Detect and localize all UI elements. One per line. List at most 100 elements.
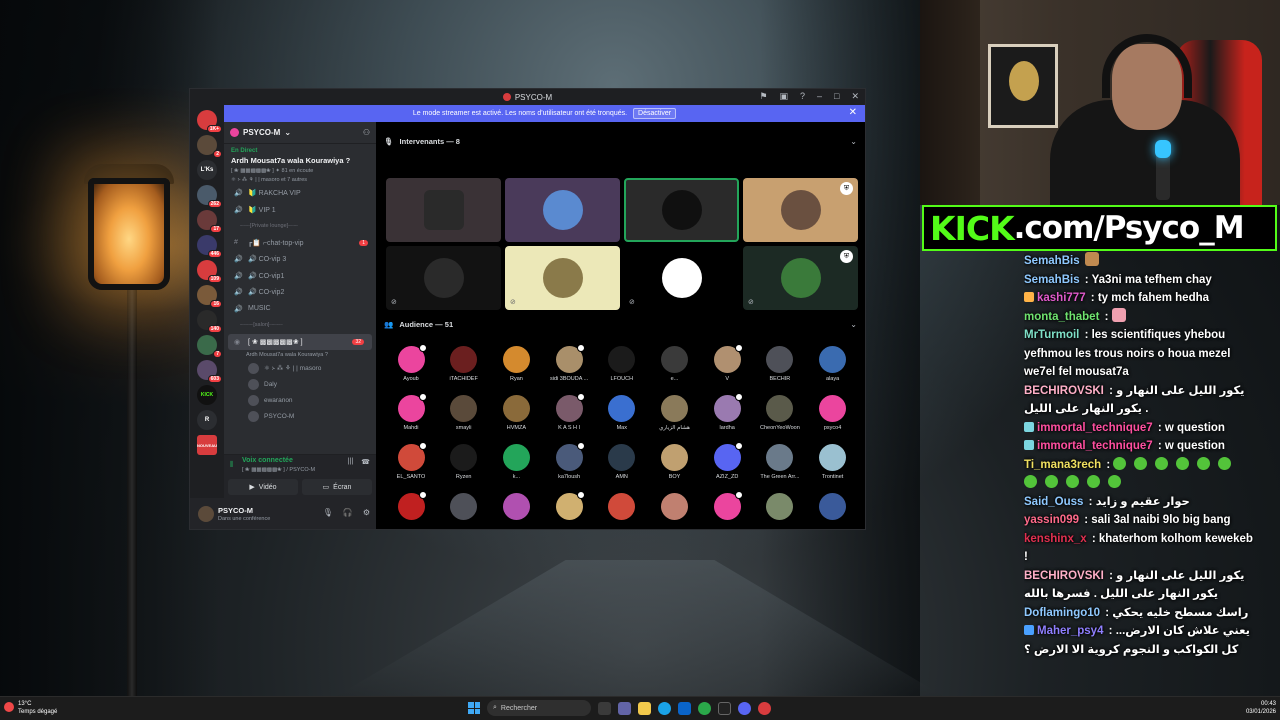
server-icon[interactable]: R: [197, 410, 217, 430]
audience-member[interactable]: alaya: [808, 346, 858, 382]
audience-member[interactable]: LFOUCH: [597, 346, 647, 382]
server-icon[interactable]: L'Ks: [197, 160, 217, 180]
file-explorer-icon[interactable]: [638, 701, 651, 715]
windows-start-icon[interactable]: [468, 702, 480, 714]
audience-member[interactable]: [650, 493, 700, 523]
audience-member[interactable]: AZIZ_ZD: [702, 442, 752, 480]
microphone-icon[interactable]: 🎙: [323, 508, 333, 517]
audience-member[interactable]: ka7loush: [544, 442, 594, 480]
gear-icon[interactable]: ⚙: [363, 508, 370, 517]
chat-username[interactable]: yassin099: [1024, 514, 1079, 526]
audience-member[interactable]: CheonYeoWoon: [755, 395, 805, 431]
stage-member[interactable]: Daly: [224, 376, 376, 392]
chevron-down-icon[interactable]: ⌄: [850, 137, 857, 146]
audience-member[interactable]: Max: [597, 395, 647, 431]
add-member-icon[interactable]: ⚇: [363, 128, 370, 137]
video-button[interactable]: ▶ Vidéo: [228, 479, 298, 495]
stage-member[interactable]: ⚛ ᚛ ⁂ ⚘ | | masoro: [224, 360, 376, 376]
chat-username[interactable]: kashi777: [1037, 292, 1086, 304]
chevron-down-icon[interactable]: ⌄: [850, 320, 857, 329]
screen-icon[interactable]: ▣: [779, 91, 788, 102]
teams-icon[interactable]: [618, 701, 631, 715]
audience-header[interactable]: 👥 Audience — 51: [384, 320, 453, 329]
speaker-tile-speaking[interactable]: [624, 178, 739, 242]
audience-member[interactable]: Mahdi: [386, 393, 436, 431]
server-icon[interactable]: NOUVEAU: [197, 435, 217, 455]
edge-icon[interactable]: [658, 701, 671, 715]
chat-username[interactable]: Doflamingo10: [1024, 607, 1100, 619]
audience-member[interactable]: [491, 493, 541, 523]
audience-member[interactable]: [755, 493, 805, 523]
chat-username[interactable]: immortal_technique7: [1037, 422, 1153, 434]
channel-item[interactable]: 🔊 🔰 VIP 1: [224, 202, 376, 219]
speaker-tile[interactable]: [505, 178, 620, 242]
channel-item[interactable]: 🔊 🔊 CO-vip2: [224, 284, 376, 301]
voice-status[interactable]: Voix connectée: [242, 457, 293, 464]
audience-member[interactable]: Ryzen: [439, 444, 489, 480]
disconnect-icon[interactable]: ☎: [361, 458, 370, 466]
banner-close-icon[interactable]: ✕: [849, 107, 857, 118]
speaker-tile[interactable]: ⊘: [505, 246, 620, 310]
audience-member[interactable]: Ryan: [491, 346, 541, 382]
audience-member[interactable]: [386, 491, 436, 523]
channel-category[interactable]: ┈┈┈┈[salon]┈┈┈┈: [224, 317, 376, 334]
avatar[interactable]: [198, 506, 214, 522]
system-tray-clock[interactable]: 00:43 03/01/2026: [1246, 700, 1276, 716]
speaker-tile[interactable]: ⊘: [624, 246, 739, 310]
speaker-tile[interactable]: ⛨: [743, 178, 858, 242]
chat-username[interactable]: Maher_psy4: [1037, 625, 1103, 637]
channel-item[interactable]: 🔊 🔊 CO-vip1: [224, 268, 376, 285]
server-icon[interactable]: KICK: [197, 385, 217, 405]
server-icon[interactable]: 17: [197, 210, 222, 233]
chat-username[interactable]: SemahBis: [1024, 274, 1080, 286]
task-view-icon[interactable]: [598, 701, 611, 715]
discord-icon[interactable]: [738, 701, 751, 715]
taskbar-search[interactable]: ⌕ Rechercher: [487, 700, 591, 716]
server-icon[interactable]: 16: [197, 285, 222, 308]
chat-username[interactable]: Ti_mana3rech: [1024, 459, 1101, 471]
stage-member[interactable]: ewaranon: [224, 392, 376, 408]
audience-member[interactable]: Ayoub: [386, 344, 436, 382]
psyco-app-icon[interactable]: [758, 701, 771, 715]
audience-member[interactable]: [544, 491, 594, 523]
chat-username[interactable]: BECHIROVSKI: [1024, 385, 1104, 397]
chat-username[interactable]: SemahBis: [1024, 255, 1080, 267]
audience-member[interactable]: [702, 491, 752, 523]
server-icon[interactable]: 140: [197, 310, 222, 333]
mail-icon[interactable]: [678, 701, 691, 715]
speaker-tile[interactable]: ⛨ ⊘: [743, 246, 858, 310]
server-icon[interactable]: 109: [197, 260, 222, 283]
server-header[interactable]: PSYCO-M ⌄ ⚇: [224, 122, 376, 144]
server-icon[interactable]: 262: [197, 185, 222, 208]
deactivate-button[interactable]: Désactiver: [633, 108, 677, 119]
audience-member[interactable]: V: [702, 344, 752, 382]
server-icon[interactable]: 1K+: [197, 110, 222, 133]
server-icon[interactable]: 7: [197, 335, 222, 358]
help-icon[interactable]: ?: [800, 91, 805, 102]
channel-item[interactable]: # ┏📋 ⌐chat-top-vip 1: [224, 235, 376, 252]
channel-item[interactable]: 🔊 🔰 RAKCHA VIP: [224, 185, 376, 202]
inbox-icon[interactable]: ⚑: [759, 91, 767, 102]
chat-username[interactable]: MrTurmoil: [1024, 329, 1079, 341]
audience-member[interactable]: AMN: [597, 444, 647, 480]
speaker-tile[interactable]: ⊘: [386, 246, 501, 310]
audience-member[interactable]: The Green Arr...: [755, 444, 805, 480]
channel-item[interactable]: 🔊 MUSIC: [224, 301, 376, 318]
stage-member[interactable]: PSYCO-M: [224, 408, 376, 424]
audience-member[interactable]: sidi 3BOUDA ...: [544, 344, 594, 382]
audience-member[interactable]: [439, 493, 489, 523]
chrome-icon[interactable]: [698, 701, 711, 715]
audience-member[interactable]: [808, 493, 858, 523]
audience-member[interactable]: [597, 493, 647, 523]
audience-member[interactable]: psyco4: [808, 395, 858, 431]
noise-suppression-icon[interactable]: |||: [348, 458, 353, 466]
audience-member[interactable]: k...: [491, 444, 541, 480]
audience-member[interactable]: EL_SANTO: [386, 442, 436, 480]
chat-username[interactable]: Said_Ouss: [1024, 496, 1083, 508]
screen-share-button[interactable]: ▭ Écran: [302, 479, 372, 495]
minimize-button[interactable]: –: [817, 91, 822, 102]
audience-member[interactable]: BECHIR: [755, 346, 805, 382]
audience-member[interactable]: HVMZA: [491, 395, 541, 431]
speakers-header[interactable]: 🎙 Intervenants — 8: [384, 137, 460, 146]
channel-active-stage[interactable]: ◉ [ ❀ ▩▩▩▩▩❀ ] 32: [228, 333, 372, 350]
